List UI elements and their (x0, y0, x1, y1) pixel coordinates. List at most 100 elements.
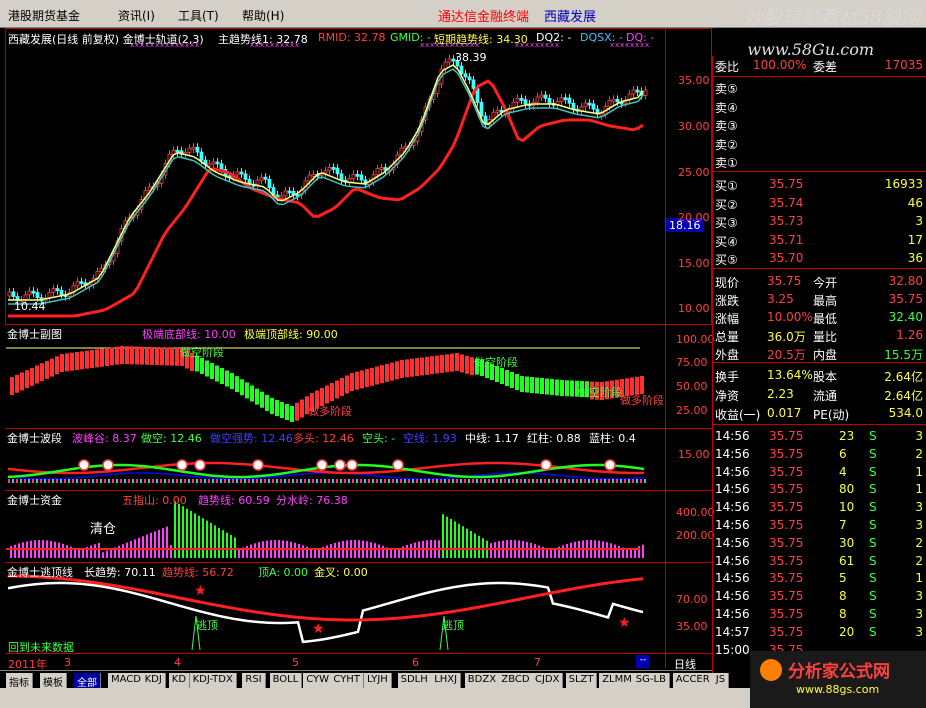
tab-slzt[interactable]: SLZT (565, 673, 598, 689)
sub2-bar (500, 479, 502, 483)
sub1-bar (100, 348, 104, 367)
sub1-bar (80, 351, 84, 370)
stat-row: 换手 13.64% 股本 2.64亿 (713, 366, 926, 384)
tick-count: 2 (915, 446, 923, 461)
tab-lyjh[interactable]: LYJH (364, 673, 392, 689)
tick-price: 35.75 (769, 571, 804, 586)
menu-item-hk-futures[interactable]: 港股期货基金 (8, 7, 80, 24)
sub1-bar (225, 370, 229, 387)
candle (191, 146, 196, 150)
candle (323, 170, 328, 174)
tick-price: 35.75 (769, 446, 804, 461)
candle (359, 174, 364, 181)
menu-item-tools[interactable]: 工具(T) (178, 7, 219, 24)
low-label: 10.44 (14, 300, 46, 313)
sub1-bar (415, 358, 419, 377)
tab-boll[interactable]: BOLL (269, 673, 303, 689)
tab-js[interactable]: JS (712, 673, 730, 689)
sub2-legend-item: 空线: 1.93 (403, 432, 457, 445)
time-axis-label: 6 (412, 656, 419, 669)
fund-bar (606, 542, 608, 558)
tab-kdj-tdx[interactable]: KDJ-TDX (189, 673, 237, 689)
sub2-bar (80, 479, 82, 483)
fund-bar (182, 506, 184, 558)
sub2-bar (644, 479, 646, 483)
tab-cyht[interactable]: CYHT (330, 673, 364, 689)
sub2-bar (460, 479, 462, 483)
sub2-bar (28, 479, 30, 483)
fund-bar (406, 544, 408, 558)
tab-sdlh[interactable]: SDLH (397, 673, 432, 689)
fund-bar (534, 544, 536, 558)
tab-cyw[interactable]: CYW (303, 673, 333, 689)
y-tick: 15.00 (678, 257, 710, 270)
sub2-bar (348, 479, 350, 483)
tick-row: 14:56 35.75 4 S 1 (713, 463, 926, 481)
sub2-bar (116, 479, 118, 483)
fund-bar (618, 545, 620, 558)
sub2-bar (128, 479, 130, 483)
stat-label: 总量 (715, 330, 740, 344)
tab-sg-lb[interactable]: SG-LB (632, 673, 670, 689)
sub2-bar (240, 479, 242, 483)
tab-rsi[interactable]: RSI (242, 673, 266, 689)
tab-zlmm[interactable]: ZLMM (599, 673, 636, 689)
tab-指标[interactable]: 指标 (6, 673, 33, 689)
sub2-bar (400, 479, 402, 483)
candle (327, 167, 332, 172)
tab-zbcd[interactable]: ZBCD (498, 673, 534, 689)
candle (35, 292, 40, 298)
sub1-high-line: 极端顶部线: 90.00 (244, 328, 338, 341)
fund-bar (226, 532, 228, 558)
sub2-bar (552, 479, 554, 483)
sub2-bar (260, 479, 262, 483)
fund-bar (446, 516, 448, 558)
chart-area[interactable]: ★★ ★ xxxxxxxxxxxxxxxxxxxxxxxxxxxxxxxxxxxx… (0, 28, 712, 680)
scroll-indicator[interactable]: -- (636, 655, 650, 668)
tick-row: 14:56 35.75 7 S 3 (713, 516, 926, 534)
sub1-bar (380, 365, 384, 384)
sub4-title: 金博士逃顶线 (7, 566, 73, 579)
sub2-bar (564, 479, 566, 483)
stat-value: 3.25 (767, 292, 794, 306)
tick-side: S (869, 553, 877, 568)
tab-accer[interactable]: ACCER (672, 673, 714, 689)
menu-item-help[interactable]: 帮助(H) (242, 7, 284, 24)
sub1-bar (430, 356, 434, 375)
sub2-bar (124, 479, 126, 483)
sub1-bar (265, 394, 269, 411)
sub2-bar (512, 479, 514, 483)
sub4-trend: 趋势线: 56.72 (162, 566, 234, 579)
stat-value: 2.23 (767, 387, 794, 401)
sub2-bar (96, 479, 98, 483)
sub2-bar (404, 479, 406, 483)
candle (515, 97, 520, 103)
tab-bdzx[interactable]: BDZX (464, 673, 501, 689)
candle (195, 146, 200, 153)
fund-bar (302, 545, 304, 558)
menu-item-info[interactable]: 资讯(I) (118, 7, 155, 24)
tab-全部[interactable]: 全部 (74, 673, 101, 689)
sub2-bar (572, 479, 574, 483)
tick-row: 14:56 35.75 5 S 1 (713, 569, 926, 587)
fund-bar (58, 542, 60, 558)
tab-lhxj[interactable]: LHXJ (431, 673, 462, 689)
tab-macd[interactable]: MACD (108, 673, 145, 689)
sub1-bar (220, 368, 224, 384)
sub2-bar (632, 479, 634, 483)
candle (579, 106, 584, 112)
candle (495, 109, 500, 113)
fund-bar (378, 544, 380, 558)
tab-kd[interactable]: KD (168, 673, 191, 689)
tick-volume: 10 (839, 500, 855, 515)
candle (519, 97, 524, 101)
stat-value: 36.0万 (767, 330, 806, 344)
tab-cjdx[interactable]: CJDX (532, 673, 564, 689)
tick-side: S (869, 446, 877, 461)
tab-模板[interactable]: 模板 (40, 673, 67, 689)
sub2-bar (76, 479, 78, 483)
fund-bar (610, 543, 612, 558)
sub1-bar (335, 380, 339, 399)
sub2-bar (520, 479, 522, 483)
tab-kdj[interactable]: KDJ (141, 673, 166, 689)
